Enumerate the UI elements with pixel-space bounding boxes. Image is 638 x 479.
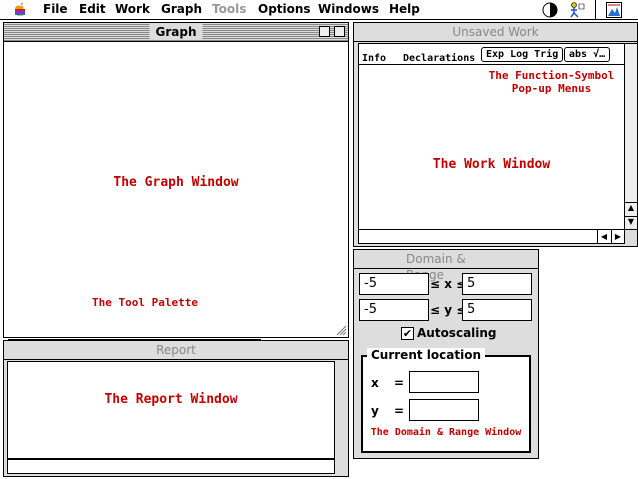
work-window-label: The Work Window bbox=[432, 157, 551, 172]
scroll-right-arrow-icon[interactable]: ▶ bbox=[611, 230, 624, 243]
function-symbol-label-line2: Pop-up Menus bbox=[511, 82, 592, 95]
x-range-operator: ≤ x ≤ bbox=[430, 277, 467, 291]
report-window: Report The Report Window bbox=[3, 340, 349, 477]
autoscaling-label[interactable]: Autoscaling bbox=[417, 326, 497, 340]
current-location-label: Current location bbox=[367, 348, 485, 362]
header-divider bbox=[359, 64, 624, 65]
zoom-box-icon[interactable] bbox=[319, 26, 330, 37]
tool-palette-caption: The Tool Palette bbox=[92, 296, 198, 309]
x-equals-sign: = bbox=[394, 376, 405, 390]
menu-windows[interactable]: Windows bbox=[318, 2, 379, 16]
resize-grip-icon[interactable] bbox=[334, 323, 347, 336]
menu-options[interactable]: Options bbox=[258, 2, 311, 16]
menu-work[interactable]: Work bbox=[115, 2, 150, 16]
graph-window-label: The Graph Window bbox=[113, 175, 239, 190]
function-symbol-caption: The Function-Symbol Pop-up Menus bbox=[479, 69, 624, 95]
report-window-caption: The Report Window bbox=[8, 392, 334, 407]
work-window: Unsaved Work Info Declarations Exp Log T… bbox=[353, 22, 638, 247]
work-vertical-scrollbar[interactable]: ▲ ▼ bbox=[624, 43, 638, 230]
application-menu-icon[interactable] bbox=[605, 1, 623, 19]
tool-palette-label: The Tool Palette bbox=[92, 296, 198, 309]
y-range-operator: ≤ y ≤ bbox=[430, 303, 467, 317]
balloon-help-icon[interactable] bbox=[568, 1, 586, 19]
x-location-label: x bbox=[371, 376, 379, 390]
scroll-left-arrow-icon[interactable]: ◀ bbox=[597, 230, 610, 243]
menu-tools[interactable]: Tools bbox=[212, 2, 246, 16]
current-location-group: Current location x = y = The Domain & Ra… bbox=[361, 348, 531, 453]
y-location-label: y bbox=[371, 404, 379, 418]
work-window-caption: The Work Window bbox=[359, 157, 624, 172]
function-symbol-label-line1: The Function-Symbol bbox=[488, 69, 615, 82]
report-horizontal-scrollbar[interactable] bbox=[7, 459, 335, 474]
x-location-field bbox=[409, 371, 479, 393]
menu-file[interactable]: File bbox=[43, 2, 68, 16]
contrast-icon[interactable] bbox=[541, 1, 559, 19]
y-equals-sign: = bbox=[394, 404, 405, 418]
domain-range-label: The Domain & Range Window bbox=[370, 427, 522, 438]
scroll-down-arrow-icon[interactable]: ▼ bbox=[625, 216, 637, 229]
abs-sqrt-button[interactable]: abs √… bbox=[564, 47, 611, 62]
collapse-box-icon[interactable] bbox=[334, 26, 345, 37]
info-column-header[interactable]: Info bbox=[362, 53, 386, 64]
menu-divider bbox=[595, 0, 596, 19]
domain-range-caption: The Domain & Range Window bbox=[363, 427, 529, 438]
report-titlebar[interactable]: Report bbox=[4, 341, 348, 360]
y-min-field[interactable]: -5 bbox=[359, 299, 429, 321]
x-max-field[interactable]: 5 bbox=[462, 273, 532, 295]
apple-menu-icon[interactable] bbox=[12, 1, 28, 17]
declarations-column-header[interactable]: Declarations bbox=[403, 53, 475, 64]
autoscaling-checkbox[interactable]: ✔ bbox=[401, 327, 414, 340]
work-horizontal-scrollbar[interactable]: ◀ ▶ bbox=[358, 229, 625, 244]
work-title: Unsaved Work bbox=[452, 25, 539, 39]
menu-graph[interactable]: Graph bbox=[161, 2, 202, 16]
y-max-field[interactable]: 5 bbox=[462, 299, 532, 321]
x-min-field[interactable]: -5 bbox=[359, 273, 429, 295]
y-location-field bbox=[409, 399, 479, 421]
scroll-up-arrow-icon[interactable]: ▲ bbox=[625, 202, 637, 215]
domain-range-window: Domain & Range -5 ≤ x ≤ 5 -5 ≤ y ≤ 5 ✔ A… bbox=[353, 249, 539, 459]
report-title: Report bbox=[156, 343, 196, 357]
graph-window: Graph The Graph Window The Tool Palette … bbox=[3, 22, 349, 356]
graph-titlebar[interactable]: Graph bbox=[4, 23, 348, 42]
graph-title: Graph bbox=[149, 24, 203, 40]
report-content[interactable]: The Report Window bbox=[7, 361, 335, 459]
menu-bar: File Edit Work Graph Tools Options Windo… bbox=[0, 0, 638, 20]
work-titlebar[interactable]: Unsaved Work bbox=[354, 23, 637, 42]
report-window-label: The Report Window bbox=[104, 392, 238, 407]
graph-window-caption: The Graph Window bbox=[4, 175, 348, 190]
menu-help[interactable]: Help bbox=[389, 2, 420, 16]
domain-range-titlebar[interactable]: Domain & Range bbox=[354, 250, 538, 282]
menu-edit[interactable]: Edit bbox=[79, 2, 106, 16]
work-content[interactable]: Info Declarations Exp Log Trig abs √… Th… bbox=[358, 43, 625, 230]
exp-log-trig-button[interactable]: Exp Log Trig bbox=[481, 47, 564, 62]
